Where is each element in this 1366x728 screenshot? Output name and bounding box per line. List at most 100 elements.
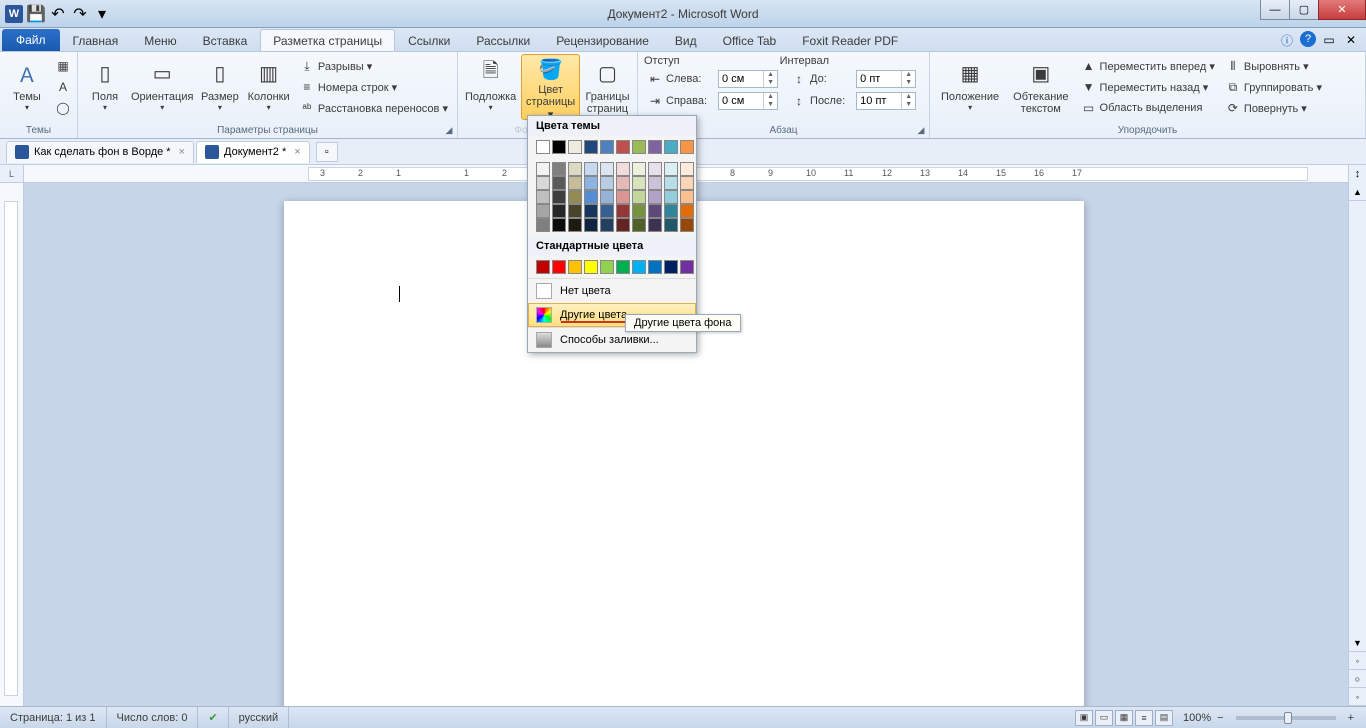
color-swatch[interactable] [600,204,614,218]
minimize-button[interactable]: — [1260,0,1290,20]
color-swatch[interactable] [568,204,582,218]
color-swatch[interactable] [664,140,678,154]
color-swatch[interactable] [536,176,550,190]
color-swatch[interactable] [632,140,646,154]
wrap-text-button[interactable]: ▣Обтеканиетекстом [1008,54,1073,120]
color-swatch[interactable] [584,176,598,190]
color-swatch[interactable] [632,260,646,274]
theme-fonts-button[interactable]: A [52,77,74,97]
hyphenation-button[interactable]: ᵃᵇРасстановка переносов ▾ [296,98,451,118]
color-swatch[interactable] [600,140,614,154]
color-swatch[interactable] [552,218,566,232]
scroll-down-icon[interactable]: ▼ [1349,634,1366,652]
new-doc-button[interactable]: ▫ [316,142,338,162]
vertical-scrollbar[interactable]: ▲ ▼ ◦ ○ ◦ [1348,183,1366,706]
spacing-before-input[interactable]: 0 пт▲▼ [856,70,916,88]
save-icon[interactable]: 💾 [26,4,46,24]
color-swatch[interactable] [536,260,550,274]
status-word-count[interactable]: Число слов: 0 [107,707,199,728]
zoom-in-button[interactable]: + [1344,712,1358,724]
selection-pane-button[interactable]: ▭Область выделения [1078,98,1218,118]
color-swatch[interactable] [616,260,630,274]
paragraph-launcher-icon[interactable]: ◢ [915,124,927,136]
tab-office-tab[interactable]: Office Tab [710,29,790,51]
help-question-icon[interactable]: ? [1300,31,1316,47]
qat-more-icon[interactable]: ▾ [92,4,112,24]
color-swatch[interactable] [616,218,630,232]
color-swatch[interactable] [568,176,582,190]
vertical-ruler[interactable] [0,183,24,706]
columns-button[interactable]: ▥Колонки▾ [245,54,292,120]
page-borders-button[interactable]: ▢Границыстраниц [584,54,631,120]
tab-selector[interactable]: L [0,165,24,183]
color-swatch[interactable] [632,162,646,176]
theme-colors-button[interactable]: ▦ [52,56,74,76]
color-swatch[interactable] [664,204,678,218]
color-swatch[interactable] [632,176,646,190]
color-swatch[interactable] [632,190,646,204]
close-button[interactable]: ✕ [1318,0,1366,20]
align-button[interactable]: ⫴Выровнять ▾ [1222,56,1325,76]
color-swatch[interactable] [600,162,614,176]
status-language[interactable]: русский [229,707,289,728]
color-swatch[interactable] [648,204,662,218]
view-draft-icon[interactable]: ▤ [1155,710,1173,726]
color-swatch[interactable] [648,218,662,232]
zoom-slider[interactable] [1236,716,1336,720]
rotate-button[interactable]: ⟳Повернуть ▾ [1222,98,1325,118]
color-swatch[interactable] [552,162,566,176]
help-icon[interactable]: ⓘ [1278,31,1296,49]
tab-view[interactable]: Вид [662,29,710,51]
ruler-toggle-icon[interactable]: ↕ [1348,165,1366,183]
color-swatch[interactable] [536,204,550,218]
color-swatch[interactable] [648,190,662,204]
color-swatch[interactable] [600,176,614,190]
color-swatch[interactable] [616,176,630,190]
margins-button[interactable]: ▯Поля▾ [84,54,126,120]
color-swatch[interactable] [536,162,550,176]
color-swatch[interactable] [584,260,598,274]
color-swatch[interactable] [568,260,582,274]
color-swatch[interactable] [600,190,614,204]
view-web-icon[interactable]: ▦ [1115,710,1133,726]
color-swatch[interactable] [568,218,582,232]
indent-left-input[interactable]: 0 см▲▼ [718,70,778,88]
color-swatch[interactable] [552,176,566,190]
send-backward-button[interactable]: ▼Переместить назад ▾ [1078,77,1218,97]
watermark-button[interactable]: 🗎Подложка▾ [464,54,517,120]
zoom-value[interactable]: 100% [1183,712,1211,724]
color-swatch[interactable] [568,190,582,204]
view-print-layout-icon[interactable]: ▣ [1075,710,1093,726]
page-color-button[interactable]: 🪣Цветстраницы ▾ [521,54,580,120]
color-swatch[interactable] [632,218,646,232]
color-swatch[interactable] [584,140,598,154]
tab-references[interactable]: Ссылки [395,29,463,51]
no-color-item[interactable]: Нет цвета [528,278,696,303]
color-swatch[interactable] [664,260,678,274]
color-swatch[interactable] [648,260,662,274]
color-swatch[interactable] [680,190,694,204]
bring-forward-button[interactable]: ▲Переместить вперед ▾ [1078,56,1218,76]
tab-foxit[interactable]: Foxit Reader PDF [789,29,911,51]
browse-object-icon[interactable]: ○ [1349,670,1366,688]
color-swatch[interactable] [680,140,694,154]
color-swatch[interactable] [664,162,678,176]
color-swatch[interactable] [568,140,582,154]
tab-menu[interactable]: Меню [131,29,189,51]
color-swatch[interactable] [536,140,550,154]
color-swatch[interactable] [632,204,646,218]
color-swatch[interactable] [680,176,694,190]
color-swatch[interactable] [536,218,550,232]
file-tab[interactable]: Файл [2,29,60,51]
color-swatch[interactable] [552,204,566,218]
line-numbers-button[interactable]: ≡Номера строк ▾ [296,77,451,97]
indent-right-input[interactable]: 0 см▲▼ [718,92,778,110]
color-swatch[interactable] [568,162,582,176]
color-swatch[interactable] [584,218,598,232]
breaks-button[interactable]: ⤓Разрывы ▾ [296,56,451,76]
color-swatch[interactable] [680,218,694,232]
view-full-screen-icon[interactable]: ▭ [1095,710,1113,726]
color-swatch[interactable] [648,176,662,190]
color-swatch[interactable] [664,218,678,232]
orientation-button[interactable]: ▭Ориентация▾ [130,54,194,120]
